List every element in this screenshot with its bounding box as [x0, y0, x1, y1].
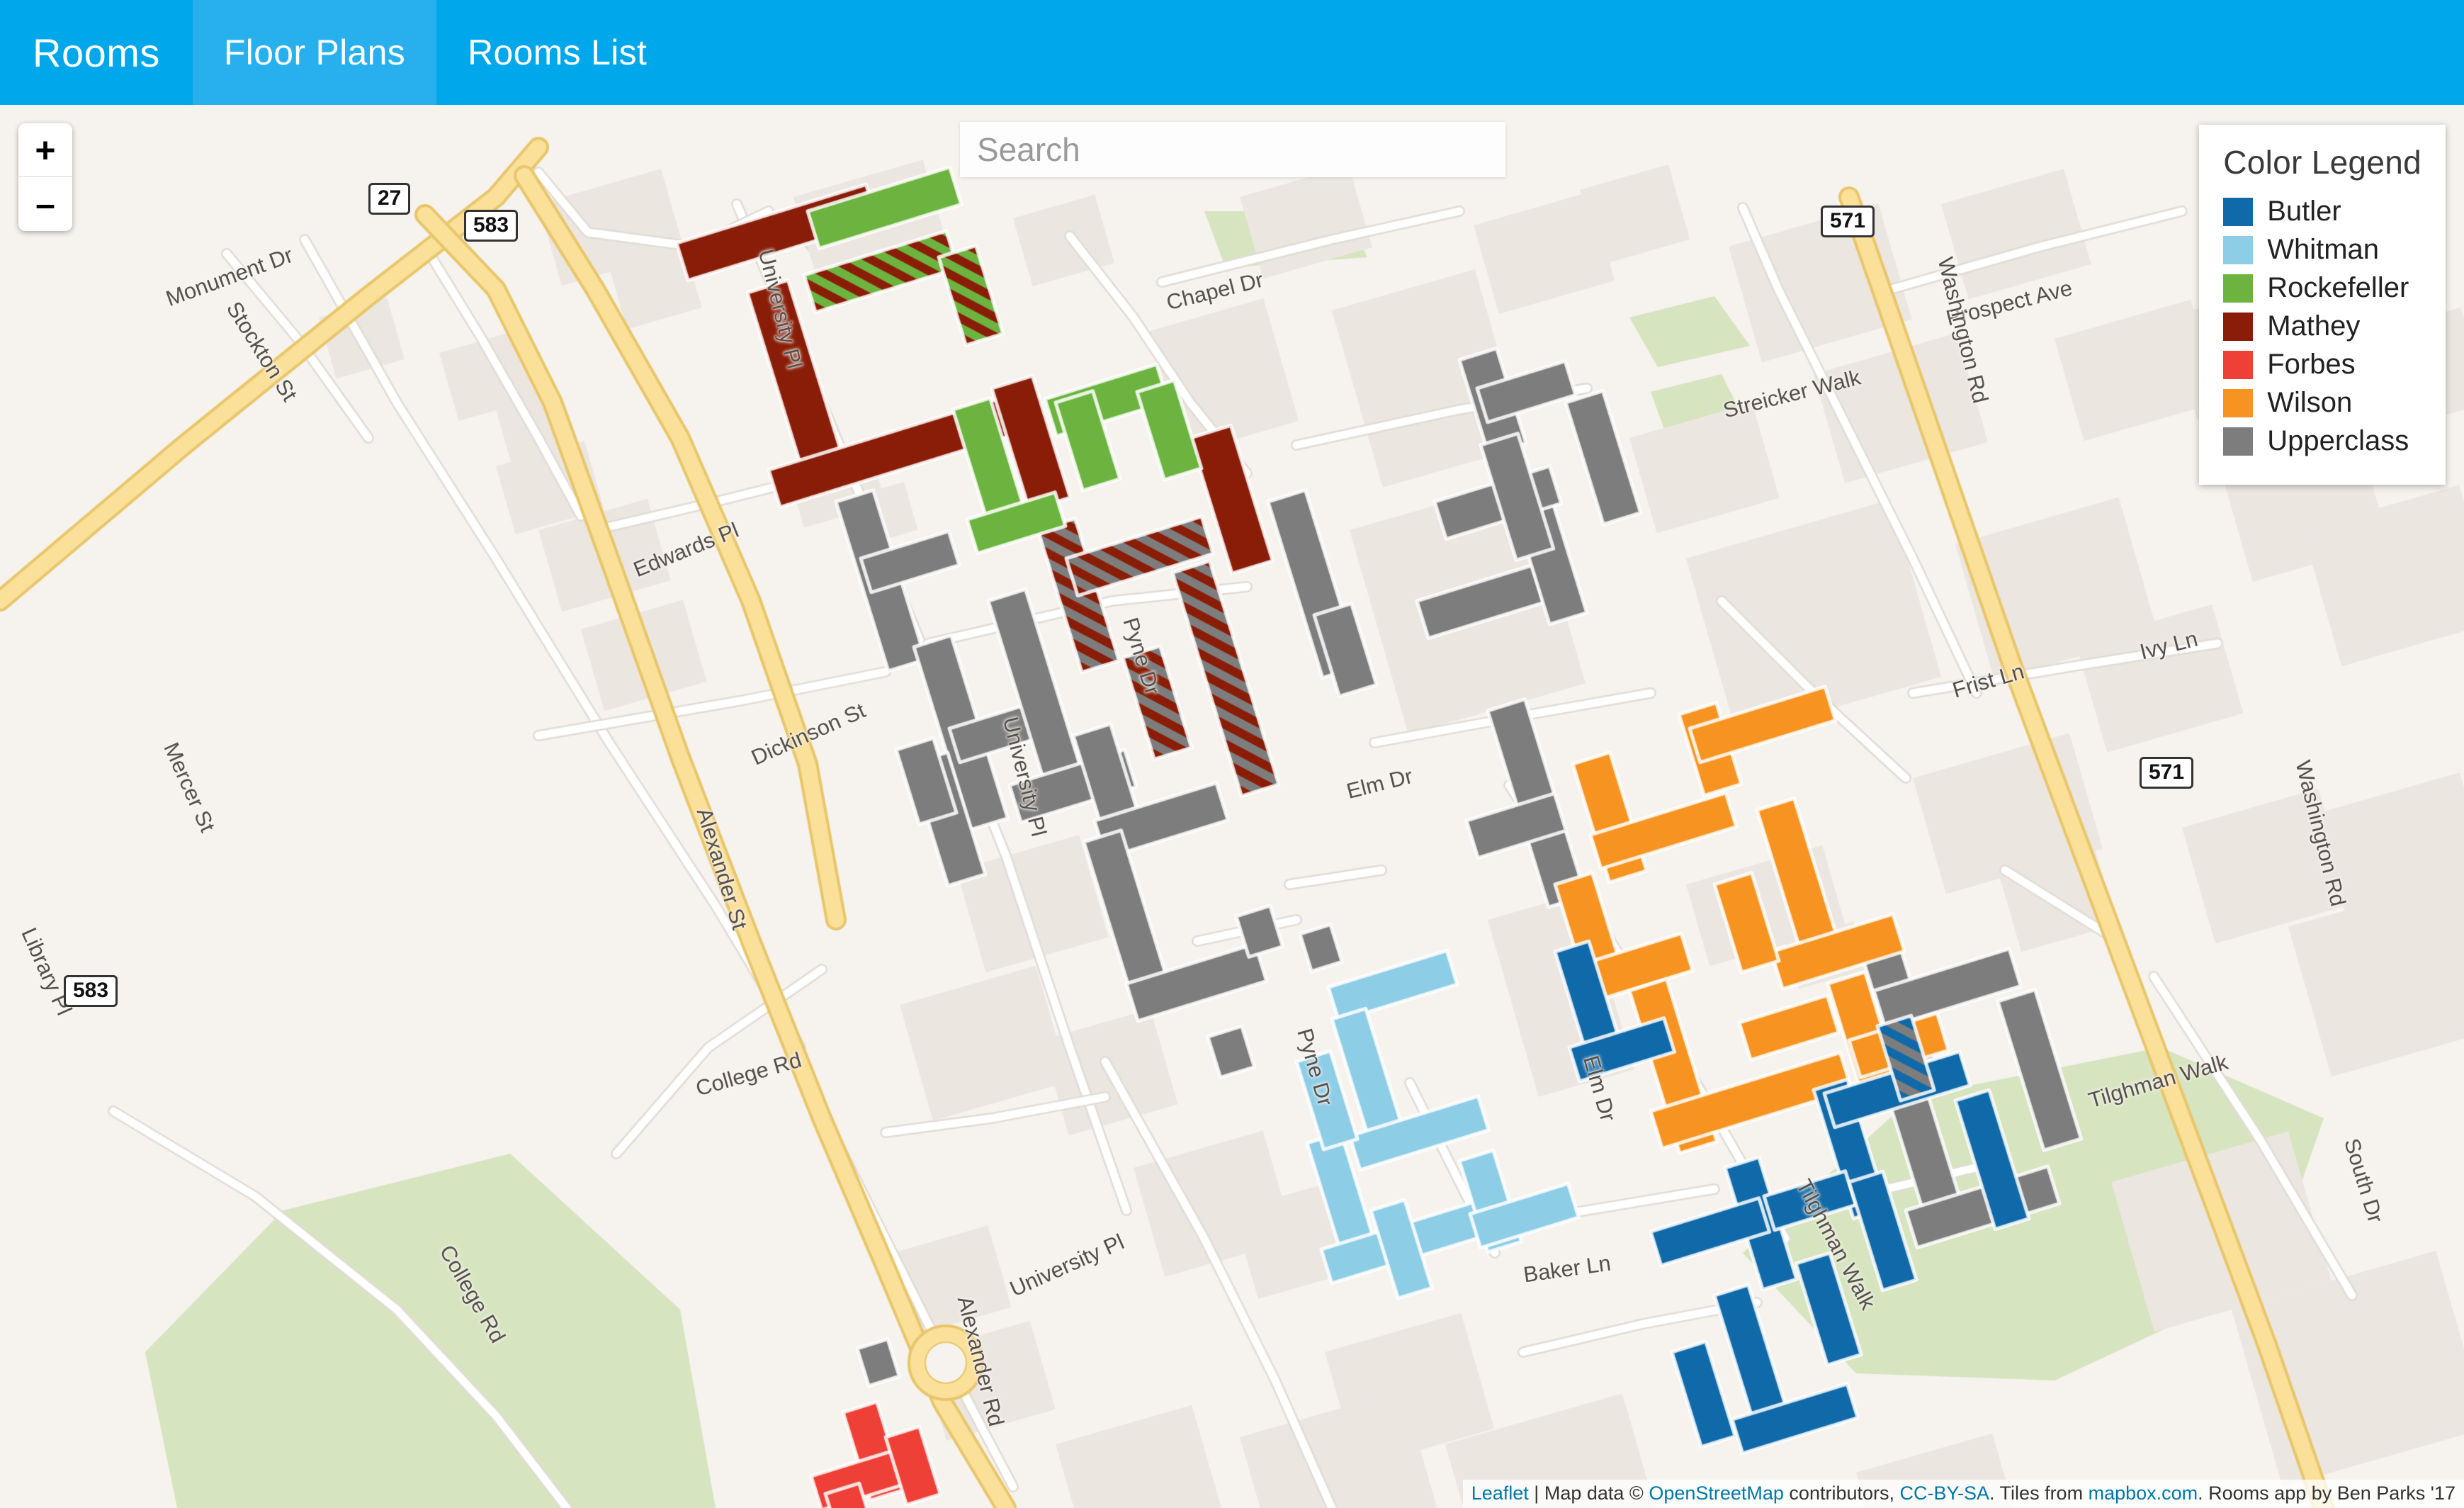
legend-swatch-upperclass: [2223, 427, 2254, 456]
license-link[interactable]: CC-BY-SA: [1900, 1482, 1990, 1504]
legend-item-rockefeller[interactable]: Rockefeller: [2223, 272, 2421, 304]
map-container[interactable]: Monument Dr Stockton St University Pl Chape…: [0, 105, 2464, 1508]
legend-item-whitman[interactable]: Whitman: [2223, 234, 2421, 266]
route-shield: 571: [1821, 206, 1875, 237]
legend-label: Forbes: [2267, 349, 2356, 380]
tab-rooms-list[interactable]: Rooms List: [436, 0, 678, 105]
search-input[interactable]: [960, 122, 1505, 177]
navbar: Rooms Floor Plans Rooms List: [0, 0, 2464, 105]
attr-mapdata: Map data ©: [1544, 1482, 1649, 1504]
legend-label: Whitman: [2267, 234, 2379, 265]
legend-swatch-wilson: [2223, 388, 2254, 417]
legend-swatch-butler: [2223, 197, 2254, 226]
zoom-in-button[interactable]: +: [18, 123, 72, 177]
legend-label: Rockefeller: [2267, 272, 2409, 303]
legend-item-mathey[interactable]: Mathey: [2223, 310, 2421, 342]
leaflet-link[interactable]: Leaflet: [1471, 1482, 1529, 1504]
zoom-control: + –: [18, 123, 72, 231]
legend-title: Color Legend: [2223, 144, 2421, 181]
attr-sep: |: [1528, 1482, 1544, 1504]
legend-item-upperclass[interactable]: Upperclass: [2223, 425, 2421, 457]
zoom-out-button[interactable]: –: [18, 177, 72, 231]
legend-item-forbes[interactable]: Forbes: [2223, 349, 2421, 381]
color-legend-panel: Color Legend Butler Whitman Rockefeller Mat…: [2199, 125, 2446, 485]
legend-item-butler[interactable]: Butler: [2223, 196, 2421, 227]
attr-suffix: . Rooms app by Ben Parks '17: [2198, 1482, 2455, 1504]
legend-item-wilson[interactable]: Wilson: [2223, 387, 2421, 419]
legend-swatch-whitman: [2223, 235, 2254, 264]
route-shield: 583: [464, 210, 519, 242]
route-shield: 571: [2140, 757, 2194, 789]
attr-contributors: contributors,: [1783, 1482, 1900, 1504]
legend-label: Butler: [2267, 196, 2341, 227]
map-tiles[interactable]: [0, 105, 2464, 1508]
legend-label: Wilson: [2267, 387, 2353, 418]
legend-label: Upperclass: [2267, 425, 2409, 456]
navbar-brand[interactable]: Rooms: [0, 0, 193, 105]
legend-swatch-forbes: [2223, 350, 2254, 379]
attr-tiles: . Tiles from: [1989, 1482, 2089, 1504]
search-container: [960, 122, 1505, 177]
legend-rows: Butler Whitman Rockefeller Mathey Forbes Wils…: [2223, 196, 2421, 457]
legend-label: Mathey: [2267, 310, 2361, 342]
route-shield: 583: [64, 975, 118, 1007]
openstreetmap-link[interactable]: OpenStreetMap: [1649, 1482, 1784, 1504]
map-attribution: Leaflet | Map data © OpenStreetMap contr…: [1462, 1480, 2464, 1508]
legend-swatch-rockefeller: [2223, 274, 2254, 303]
mapbox-link[interactable]: mapbox.com: [2089, 1482, 2198, 1504]
legend-swatch-mathey: [2223, 312, 2254, 341]
tab-floor-plans[interactable]: Floor Plans: [192, 0, 437, 105]
route-shield: 27: [368, 183, 411, 215]
